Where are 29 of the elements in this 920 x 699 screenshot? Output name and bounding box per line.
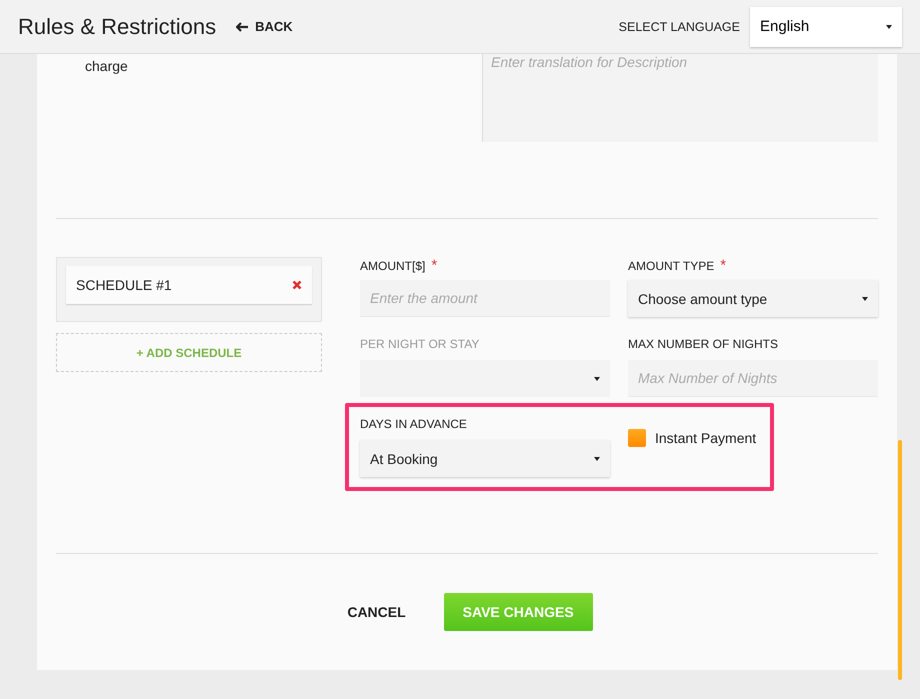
select-field[interactable]: At Booking [360, 440, 610, 477]
checkbox-label: Instant Payment [655, 430, 756, 446]
input-field[interactable]: Enter the amount [360, 280, 610, 317]
checkbox[interactable] [628, 429, 646, 447]
field-label: DAYS IN ADVANCE [360, 417, 468, 433]
input-field[interactable]: Max Number of Nights [628, 360, 878, 397]
schedule-tab[interactable]: SCHEDULE #1 [66, 266, 312, 304]
close-icon[interactable] [292, 280, 302, 290]
cancel-button[interactable]: CANCEL [341, 593, 412, 631]
scrollbar-thumb[interactable] [898, 440, 902, 680]
left-arrow-icon [236, 22, 248, 32]
required-mark: * [431, 257, 438, 274]
select-field[interactable]: Choose amount type [628, 280, 878, 317]
caret-icon [594, 376, 600, 380]
label-text: AMOUNT[$] [360, 259, 426, 273]
back-button[interactable]: BACK [234, 17, 295, 36]
language-select[interactable]: English [750, 6, 902, 46]
description-text: charge [85, 58, 128, 76]
caret-icon [886, 24, 892, 28]
description-field[interactable]: Enter translation for Description [482, 54, 878, 142]
required-mark: * [720, 257, 726, 274]
schedule-label: SCHEDULE #1 [76, 277, 172, 293]
label-text: AMOUNT TYPE [628, 259, 714, 273]
caret-icon [862, 296, 868, 300]
label-text: MAX NUMBER OF NIGHTS [628, 337, 778, 351]
page-title: Rules & Restrictions [18, 14, 216, 40]
label-text: PER NIGHT OR STAY [360, 337, 480, 351]
language-label: SELECT LANGUAGE [618, 20, 740, 34]
caret-icon [594, 456, 600, 460]
